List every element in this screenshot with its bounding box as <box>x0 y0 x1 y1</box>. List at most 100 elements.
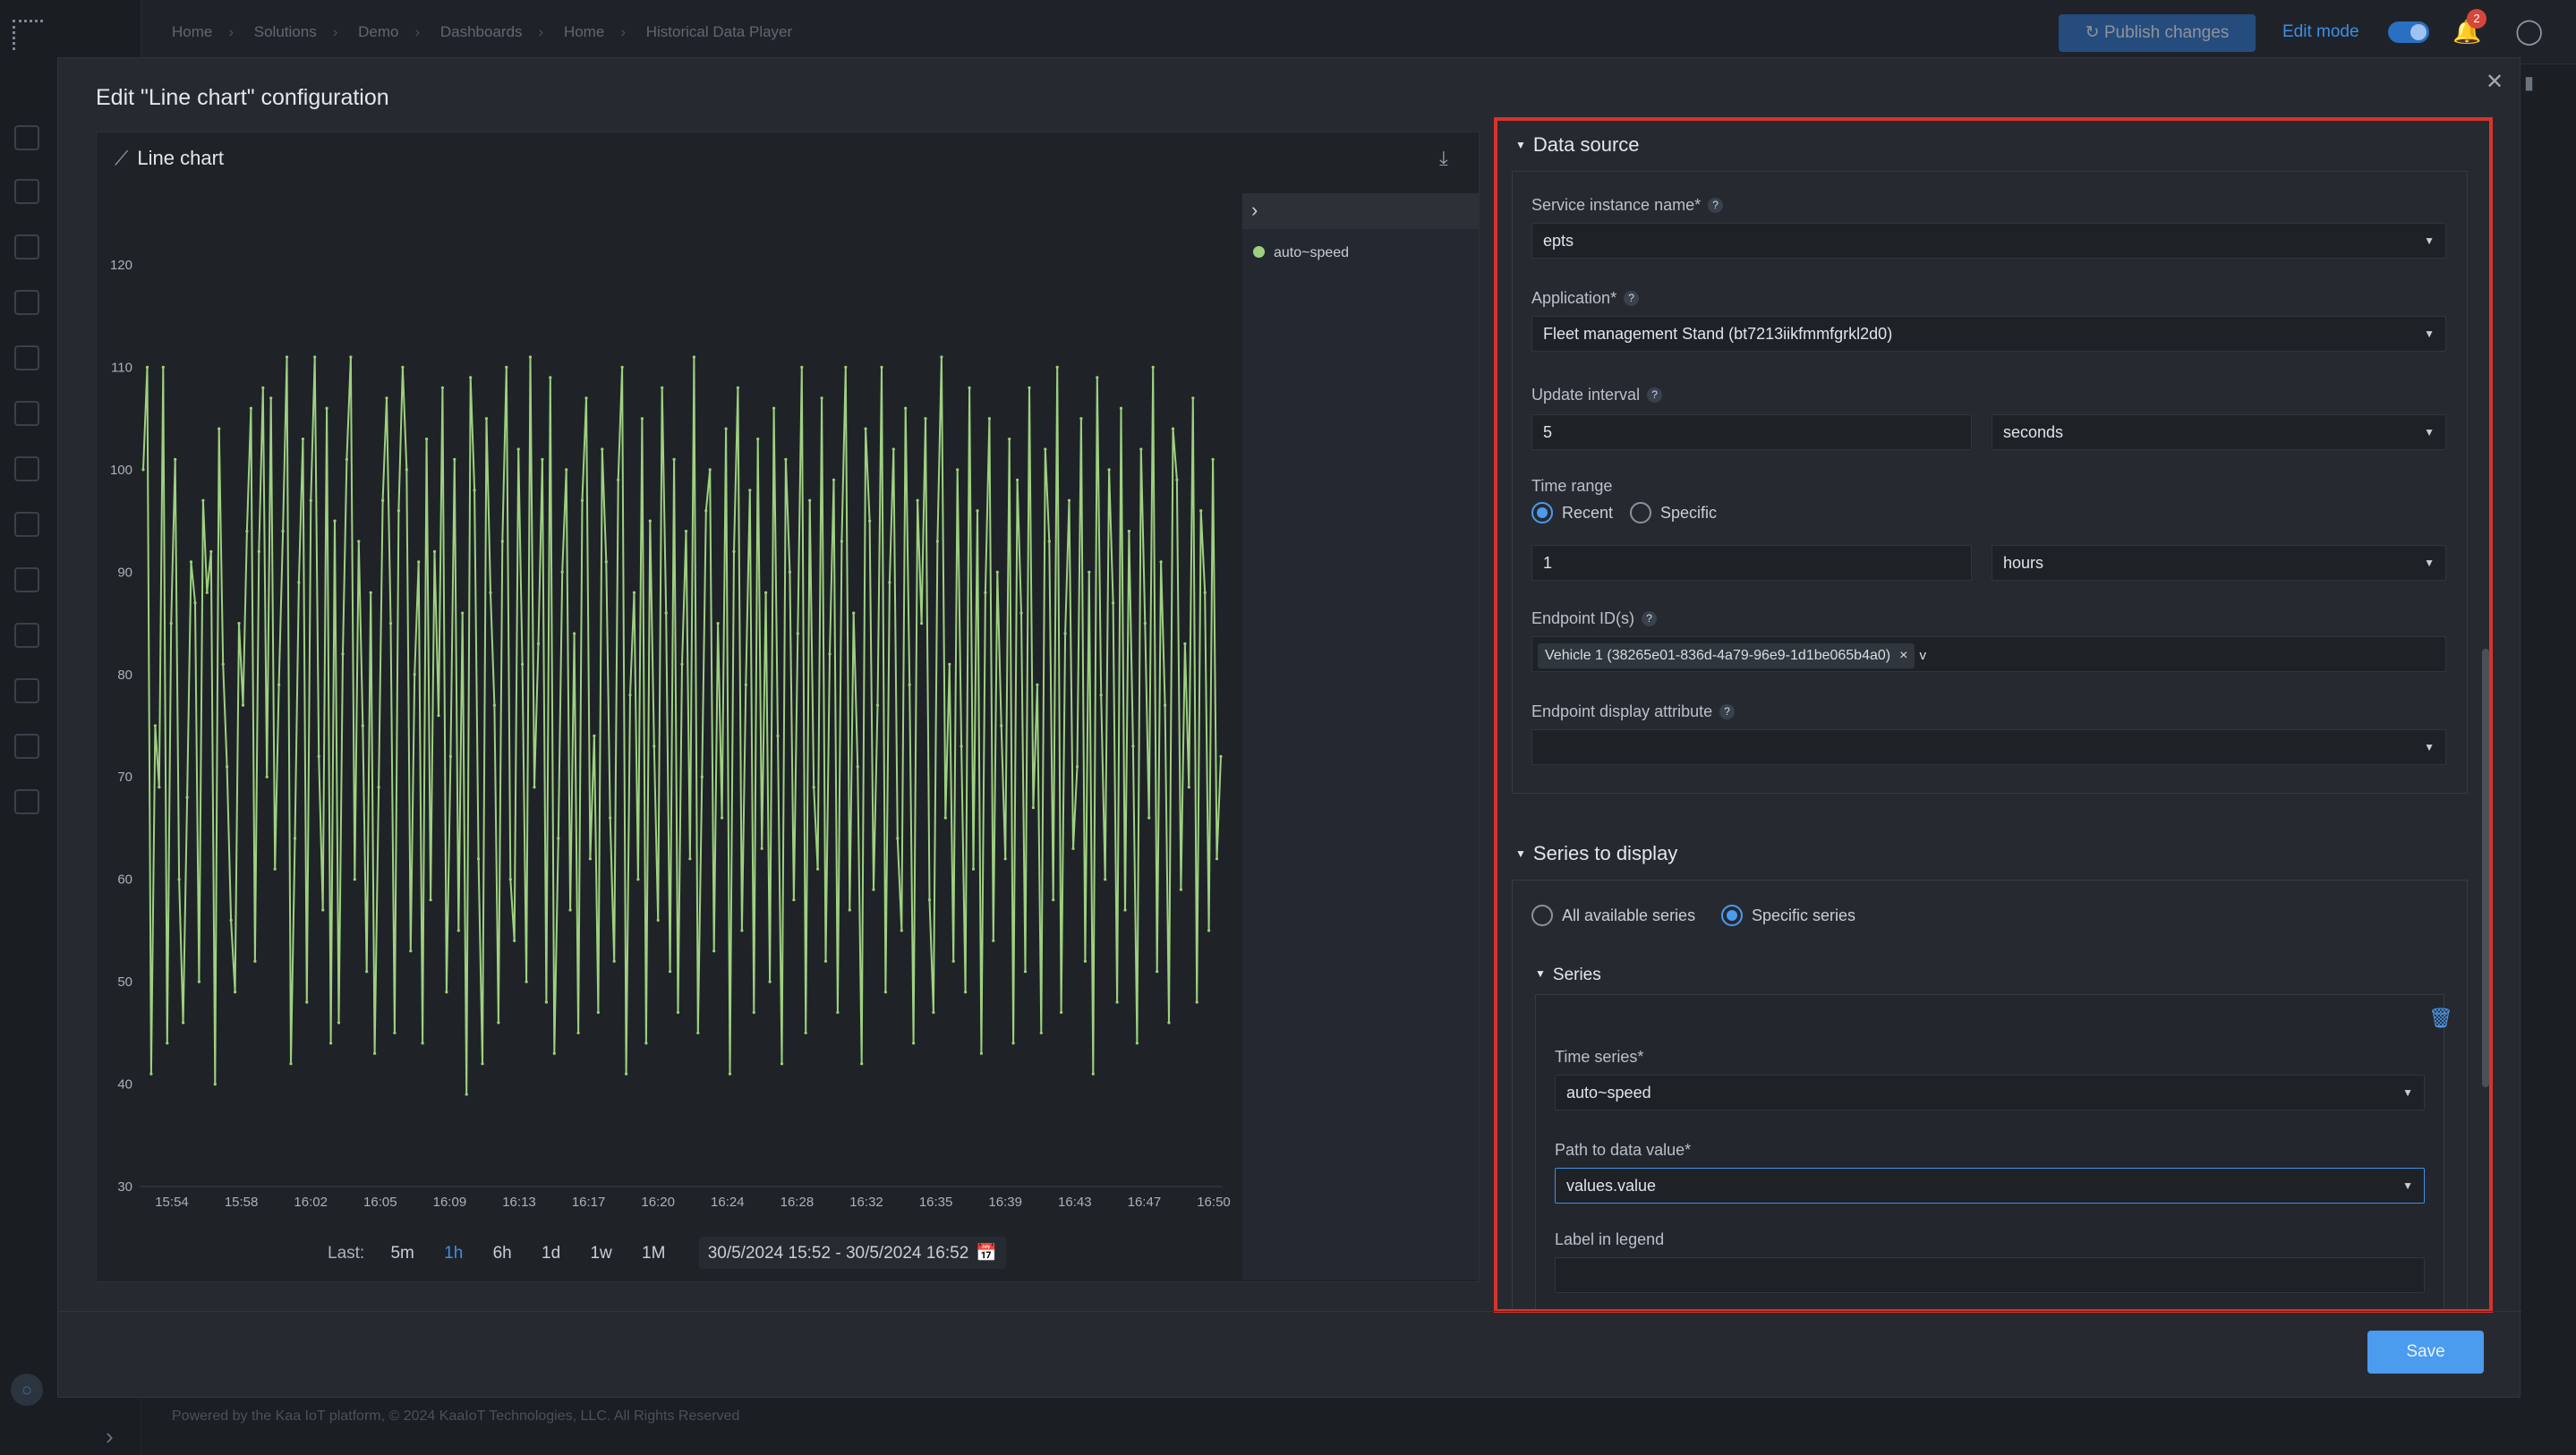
data-point[interactable] <box>373 1051 377 1055</box>
range-option-1d[interactable]: 1d <box>542 1244 560 1263</box>
data-point[interactable] <box>544 1000 548 1004</box>
data-point[interactable] <box>560 570 564 574</box>
data-point[interactable] <box>708 468 712 472</box>
data-point[interactable] <box>333 519 337 523</box>
help-icon[interactable]: ? <box>1624 291 1640 306</box>
data-point[interactable] <box>888 581 891 584</box>
data-point[interactable] <box>604 560 608 564</box>
data-point[interactable] <box>401 365 405 369</box>
time-series-select[interactable]: auto~speed ▼ <box>1555 1075 2425 1110</box>
data-point[interactable] <box>1039 1031 1043 1034</box>
data-point[interactable] <box>900 929 903 932</box>
data-point[interactable] <box>1171 427 1175 430</box>
data-point[interactable] <box>968 386 971 389</box>
data-point[interactable] <box>245 530 249 533</box>
legend-expand-icon[interactable]: › <box>1242 193 1479 229</box>
data-point[interactable] <box>169 622 173 625</box>
data-point[interactable] <box>584 396 588 400</box>
data-point[interactable] <box>1060 1010 1063 1014</box>
breadcrumb-item[interactable]: Home <box>172 23 212 40</box>
data-point[interactable] <box>521 662 525 666</box>
data-point[interactable] <box>1191 396 1195 400</box>
data-point[interactable] <box>776 734 780 738</box>
data-point[interactable] <box>669 970 672 974</box>
data-point[interactable] <box>625 1072 628 1076</box>
data-point[interactable] <box>1135 1042 1139 1045</box>
data-point[interactable] <box>676 1010 680 1014</box>
data-point[interactable] <box>1139 447 1143 451</box>
data-point[interactable] <box>823 959 828 963</box>
data-point[interactable] <box>856 765 859 769</box>
data-point[interactable] <box>908 683 911 686</box>
data-point[interactable] <box>816 867 820 871</box>
data-point[interactable] <box>508 878 512 881</box>
analytics-icon[interactable] <box>14 401 39 426</box>
data-point[interactable] <box>1187 786 1190 789</box>
user-icon[interactable]: ◯ <box>2515 16 2543 46</box>
data-point[interactable] <box>453 457 456 461</box>
series-section-title[interactable]: ▼ Series to display <box>1515 842 1677 865</box>
data-point[interactable] <box>620 365 624 369</box>
data-point[interactable] <box>349 355 353 359</box>
data-point[interactable] <box>197 980 200 983</box>
apps-grid-icon[interactable] <box>14 179 39 204</box>
data-point[interactable] <box>1008 438 1011 441</box>
data-point[interactable] <box>241 703 245 707</box>
data-point[interactable] <box>369 591 372 594</box>
data-point[interactable] <box>872 888 875 891</box>
data-point[interactable] <box>218 427 221 430</box>
data-point[interactable] <box>756 438 760 441</box>
remove-chip-icon[interactable]: × <box>1899 648 1907 663</box>
data-point[interactable] <box>1071 847 1075 850</box>
data-point[interactable] <box>257 549 260 553</box>
help-icon[interactable] <box>14 789 39 814</box>
time-range-value-input[interactable]: 1 <box>1531 545 1972 581</box>
data-point[interactable] <box>609 816 612 820</box>
download-icon[interactable]: ⤓ <box>1439 147 1448 170</box>
data-point[interactable] <box>1143 622 1147 625</box>
display-attribute-select[interactable]: ▼ <box>1531 729 2446 765</box>
dashboard-icon[interactable] <box>14 125 39 150</box>
data-point[interactable] <box>1052 898 1055 902</box>
data-point[interactable] <box>716 622 720 625</box>
data-point[interactable] <box>596 1010 601 1014</box>
files-icon[interactable] <box>14 623 39 648</box>
chat-icon[interactable]: ◌ <box>11 1374 43 1406</box>
data-point[interactable] <box>1112 601 1115 605</box>
data-point[interactable] <box>987 417 991 421</box>
data-point[interactable] <box>361 724 364 728</box>
data-point[interactable] <box>409 949 413 953</box>
data-point[interactable] <box>1207 929 1211 932</box>
data-point[interactable] <box>413 673 416 676</box>
data-point[interactable] <box>1055 365 1059 369</box>
code-icon[interactable] <box>14 290 39 315</box>
data-point[interactable] <box>696 1031 700 1034</box>
data-point[interactable] <box>736 386 740 389</box>
data-point[interactable] <box>229 918 233 922</box>
data-point[interactable] <box>1123 908 1127 912</box>
data-point[interactable] <box>1083 959 1087 963</box>
data-point[interactable] <box>883 991 888 994</box>
data-point[interactable] <box>948 662 951 666</box>
data-point[interactable] <box>828 652 832 656</box>
data-point[interactable] <box>237 622 241 625</box>
data-point[interactable] <box>465 1093 468 1096</box>
data-point[interactable] <box>500 540 504 543</box>
data-point[interactable] <box>456 929 460 932</box>
data-point[interactable] <box>329 1042 333 1045</box>
data-point[interactable] <box>808 498 812 502</box>
data-point[interactable] <box>752 1010 755 1014</box>
data-point[interactable] <box>1119 406 1123 410</box>
range-option-6h[interactable]: 6h <box>493 1244 512 1263</box>
data-point[interactable] <box>979 1051 983 1055</box>
data-point[interactable] <box>305 1000 309 1004</box>
data-point[interactable] <box>724 427 728 430</box>
data-point[interactable] <box>1219 754 1223 758</box>
data-point[interactable] <box>920 622 924 625</box>
data-point[interactable] <box>768 980 772 983</box>
data-point[interactable] <box>141 468 145 472</box>
data-point[interactable] <box>325 406 328 410</box>
modules-icon[interactable] <box>14 734 39 759</box>
radio-all-series[interactable]: All available series <box>1531 905 1695 926</box>
data-point[interactable] <box>580 498 584 502</box>
